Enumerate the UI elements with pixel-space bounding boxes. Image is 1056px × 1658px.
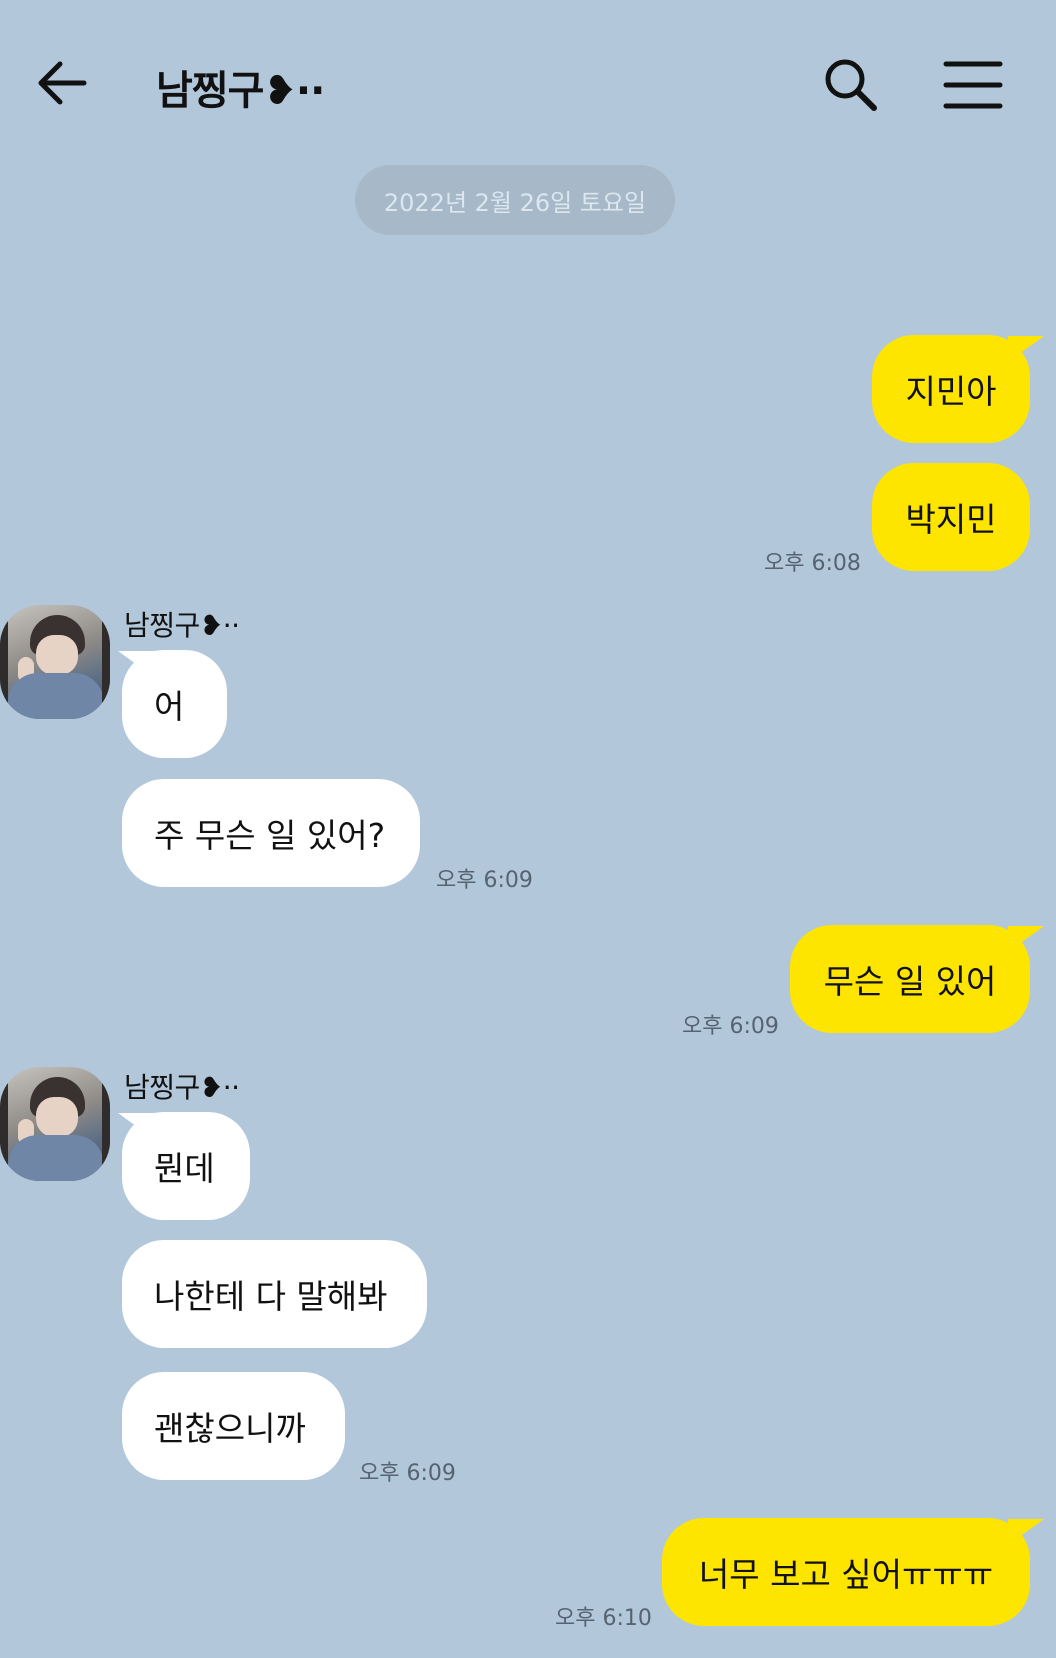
bubble-tail xyxy=(118,1113,154,1139)
sender-name: 남찡구❥·· xyxy=(124,1071,240,1104)
chat-title: 남찡구❥·· xyxy=(156,68,325,114)
back-button[interactable] xyxy=(30,50,96,116)
avatar[interactable] xyxy=(0,605,110,719)
search-button[interactable] xyxy=(818,52,884,118)
message-bubble-received[interactable]: 나한테 다 말해봐 xyxy=(122,1240,427,1348)
search-icon xyxy=(825,59,877,111)
message-text: 뭔데 xyxy=(154,1149,215,1188)
menu-button[interactable] xyxy=(938,52,1008,118)
message-text: 주 무슨 일 있어? xyxy=(154,816,386,855)
message-time: 오후 6:09 xyxy=(359,1461,456,1486)
message-bubble-sent[interactable]: 지민아 xyxy=(872,335,1030,443)
bubble-tail xyxy=(118,651,154,677)
date-divider: 2022년 2월 26일 토요일 xyxy=(355,165,675,235)
message-bubble-sent[interactable]: 무슨 일 있어 xyxy=(790,925,1030,1033)
message-text: 지민아 xyxy=(905,372,997,411)
message-bubble-received[interactable]: 주 무슨 일 있어? xyxy=(122,779,420,887)
message-text: 어 xyxy=(154,687,185,726)
message-text: 나한테 다 말해봐 xyxy=(154,1277,388,1316)
bubble-tail xyxy=(1008,926,1044,952)
bubble-tail xyxy=(1008,1519,1044,1545)
message-text: 괜찮으니까 xyxy=(154,1409,306,1448)
bubble-tail xyxy=(1008,336,1044,362)
message-bubble-sent[interactable]: 너무 보고 싶어ㅠㅠㅠ xyxy=(662,1518,1030,1626)
chat-header: 남찡구❥·· xyxy=(0,0,1056,160)
arrow-left-icon xyxy=(38,61,87,105)
sender-name: 남찡구❥·· xyxy=(124,609,240,642)
avatar[interactable] xyxy=(0,1067,110,1181)
message-bubble-received[interactable]: 괜찮으니까 xyxy=(122,1372,345,1480)
message-time: 오후 6:09 xyxy=(682,1014,779,1039)
hamburger-menu-icon xyxy=(943,61,1003,109)
message-time: 오후 6:09 xyxy=(436,868,533,893)
message-text: 무슨 일 있어 xyxy=(823,962,997,1001)
message-time: 오후 6:08 xyxy=(764,551,861,576)
message-text: 박지민 xyxy=(905,500,997,539)
message-text: 너무 보고 싶어ㅠㅠㅠ xyxy=(698,1555,994,1594)
message-time: 오후 6:10 xyxy=(555,1606,652,1631)
message-bubble-sent[interactable]: 박지민 xyxy=(872,463,1030,571)
